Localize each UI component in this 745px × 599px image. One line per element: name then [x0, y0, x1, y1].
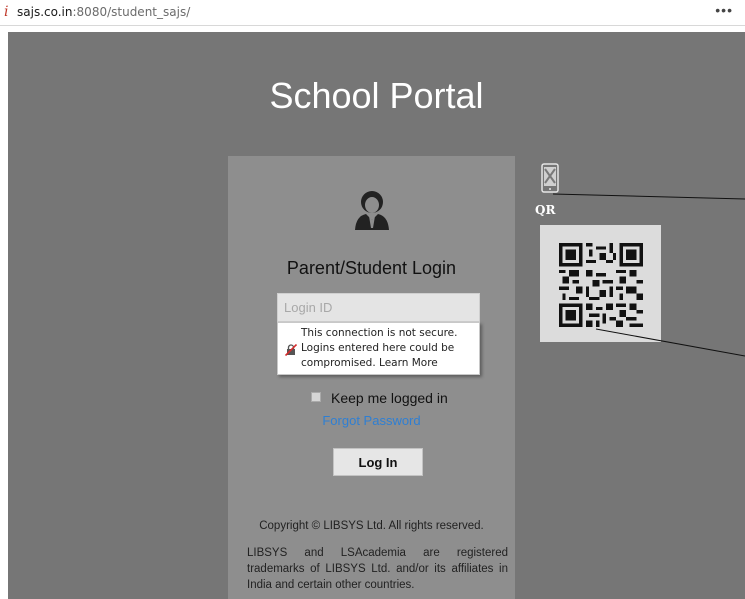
qr-label: QR [535, 203, 556, 217]
phone-qr-icon [541, 163, 559, 193]
page-title: School Portal [269, 75, 484, 116]
warning-line-3-prefix: compromised. [301, 357, 376, 369]
keep-logged-in-checkbox[interactable] [311, 392, 321, 402]
url-text[interactable]: sajs.co.in:8080/student_sajs/ [17, 5, 190, 19]
qr-code-box [540, 225, 661, 342]
insecure-login-warning: This connection is not secure. Logins en… [277, 322, 480, 375]
more-dots-icon[interactable]: ••• [715, 2, 733, 18]
login-id-input[interactable] [277, 293, 480, 322]
user-avatar-icon [355, 191, 389, 230]
url-path: :8080/student_sajs/ [72, 5, 191, 19]
login-button[interactable]: Log In [333, 448, 423, 476]
keep-logged-in-label[interactable]: Keep me logged in [331, 390, 448, 406]
copyright-text: Copyright © LIBSYS Ltd. All rights reser… [259, 520, 484, 532]
url-host: sajs.co.in [17, 5, 73, 19]
browser-address-bar[interactable]: i sajs.co.in:8080/student_sajs/ ••• [0, 0, 745, 26]
warning-line-1: This connection is not secure. [301, 327, 458, 339]
site-info-icon[interactable]: i [4, 4, 10, 20]
trademark-text: LIBSYS and LSAcademia are registered tra… [247, 547, 508, 591]
login-heading: Parent/Student Login [286, 258, 457, 278]
login-panel: Parent/Student Login This connection is … [228, 156, 515, 599]
learn-more-link[interactable]: Learn More [379, 357, 438, 369]
warning-text: This connection is not secure. Logins en… [301, 326, 477, 371]
forgot-password-link[interactable]: Forgot Password [228, 413, 515, 428]
warning-line-3: compromised. Learn More [301, 356, 477, 371]
qr-code-image [559, 243, 643, 327]
insecure-lock-icon [285, 344, 297, 356]
portal-page: School Portal Parent/Student Login This … [8, 32, 745, 599]
warning-line-2: Logins entered here could be [301, 342, 455, 354]
